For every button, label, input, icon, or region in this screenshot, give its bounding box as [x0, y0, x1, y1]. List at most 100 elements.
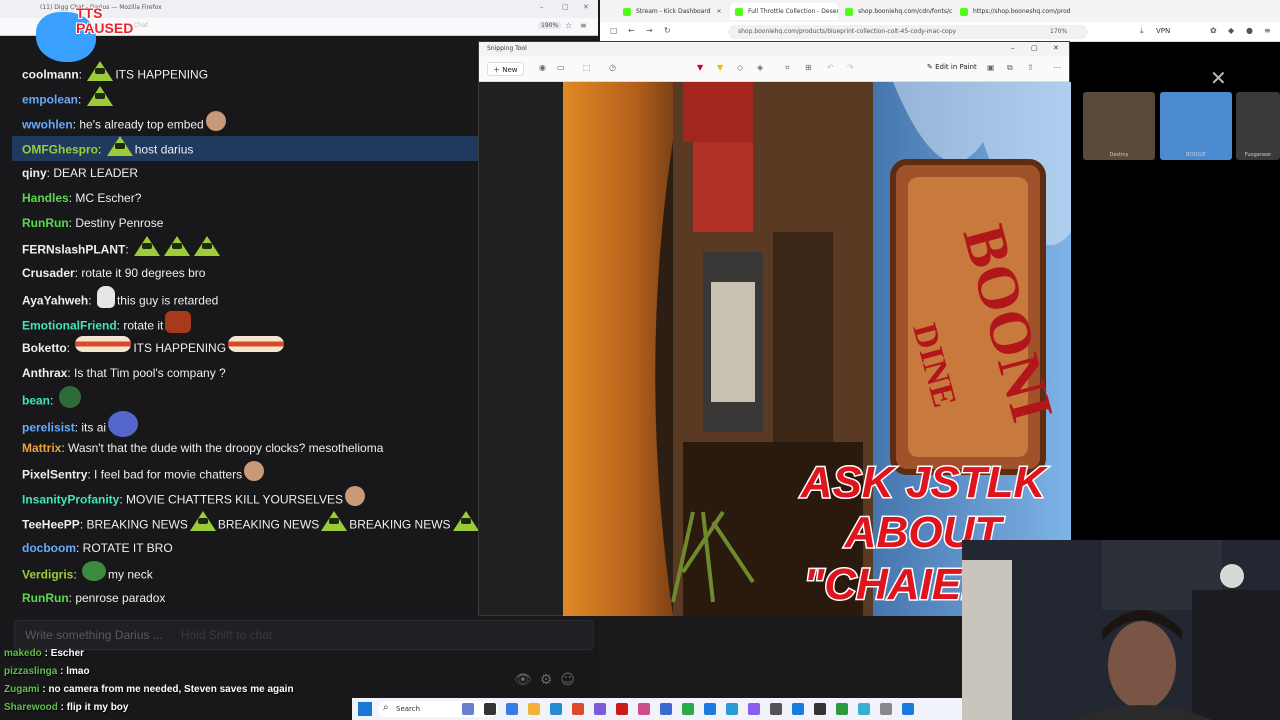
chat-username[interactable]: empolean — [22, 93, 78, 107]
taskbar-app-icon[interactable] — [792, 703, 804, 715]
taskbar-app-icon[interactable] — [726, 703, 738, 715]
browser-tab[interactable]: https://shop.booneshq.com/produ✕ — [955, 3, 1070, 20]
maximize-icon[interactable]: ▢ — [1031, 44, 1038, 52]
undo-icon[interactable]: ↶ — [827, 63, 834, 72]
taskbar-app-icon[interactable] — [770, 703, 782, 715]
chat-username[interactable]: wwohlen — [22, 118, 73, 132]
extension-icon[interactable]: ● — [1246, 26, 1253, 35]
browser-tab[interactable]: Stream - Kick Dashboard ✕ — [618, 3, 728, 20]
taskbar-app-icon[interactable] — [660, 703, 672, 715]
reload-icon[interactable]: ↻ — [664, 26, 671, 35]
chat-username[interactable]: InsanityProfanity — [22, 493, 119, 507]
maximize-icon[interactable]: ▢ — [562, 3, 569, 11]
chat-username[interactable]: Anthrax — [22, 366, 67, 380]
chat-username[interactable]: qiny — [22, 166, 47, 180]
crop-icon[interactable]: ⌗ — [785, 63, 790, 73]
windows-start-icon[interactable] — [358, 702, 372, 716]
chat-username[interactable]: PixelSentry — [22, 468, 87, 482]
chat-username[interactable]: TeeHeePP — [22, 518, 80, 532]
users-icon[interactable]: ☺ — [560, 672, 575, 688]
new-snip-button[interactable]: ＋ New — [487, 62, 524, 76]
edit-in-paint-button[interactable]: ✎ Edit in Paint — [927, 63, 977, 71]
settings-gear-icon[interactable]: ⚙ — [540, 672, 553, 688]
eraser-icon[interactable]: ◇ — [737, 63, 743, 72]
eye-icon[interactable]: 👁 — [514, 672, 532, 688]
taskbar-app-icon[interactable] — [902, 703, 914, 715]
menu-icon[interactable]: ≡ — [580, 21, 587, 30]
save-icon[interactable]: ▣ — [987, 63, 995, 72]
zoom-level[interactable]: 190% — [538, 22, 562, 29]
zoom-level[interactable]: 170% — [1050, 28, 1067, 35]
stream-thumbnail[interactable]: Destiny — [1083, 92, 1155, 160]
chat-username[interactable]: Mattrix — [22, 441, 61, 455]
taskbar-app-icon[interactable] — [462, 703, 474, 715]
chat-username[interactable]: perelisist — [22, 421, 75, 435]
video-icon[interactable]: ▭ — [557, 63, 565, 72]
taskbar-app-icon[interactable] — [748, 703, 760, 715]
bookmark-star-icon[interactable]: ☆ — [565, 21, 572, 30]
browser-tab[interactable]: Full Throttle Collection - Desert Rus✕ — [730, 3, 838, 20]
crop-shape-icon[interactable]: ◈ — [757, 63, 763, 72]
extension-icon[interactable]: ✿ — [1210, 26, 1217, 35]
address-bar[interactable]: shop.booniehq.com/products/blueprint-col… — [728, 25, 1088, 39]
more-options-icon[interactable]: ⋯ — [1053, 63, 1061, 72]
share-icon[interactable]: ⇪ — [1027, 63, 1034, 72]
minimize-icon[interactable]: – — [1011, 44, 1015, 52]
taskbar-search[interactable]: Search — [378, 701, 498, 717]
chat-username[interactable]: AyaYahweh — [22, 294, 88, 308]
chat-text: penrose paradox — [75, 591, 166, 605]
close-overlay-icon[interactable]: ✕ — [1210, 66, 1227, 90]
chat-username[interactable]: RunRun — [22, 591, 69, 605]
taskbar-app-icon[interactable] — [594, 703, 606, 715]
stream-thumbnail[interactable]: BOOGIE — [1160, 92, 1232, 160]
taskbar-app-icon[interactable] — [858, 703, 870, 715]
download-icon[interactable]: ⤓ — [1140, 26, 1144, 36]
snip-mode-icon[interactable]: ⬚ — [583, 63, 591, 72]
tts-paused-overlay: TTS PAUSED — [18, 2, 133, 62]
tab-list-icon[interactable]: ▢ — [610, 26, 618, 35]
copy-icon[interactable]: ⧉ — [1007, 63, 1013, 73]
chat-username[interactable]: OMFGhespro — [22, 143, 98, 157]
taskbar-app-icon[interactable] — [814, 703, 826, 715]
text-icon[interactable]: ⊞ — [805, 63, 812, 72]
redo-icon[interactable]: ↷ — [847, 63, 854, 72]
forward-icon[interactable]: → — [646, 26, 653, 35]
pen-icon[interactable]: ▼ — [697, 63, 703, 72]
taskbar-app-icon[interactable] — [682, 703, 694, 715]
taskbar-app-icon[interactable] — [836, 703, 848, 715]
timer-icon[interactable]: ◷ — [609, 63, 616, 72]
taskbar-app-icon[interactable] — [572, 703, 584, 715]
back-icon[interactable]: ← — [628, 26, 635, 35]
stream-thumbnail[interactable]: Fuoganeer — [1236, 92, 1280, 160]
chat-input[interactable]: Write something Darius ... Hold Shift to … — [14, 620, 594, 650]
chat-username[interactable]: bean — [22, 394, 50, 408]
chat-username[interactable]: Verdigris — [22, 568, 73, 582]
taskbar-app-icon[interactable] — [484, 703, 496, 715]
minimize-icon[interactable]: – — [540, 3, 544, 11]
taskbar-app-icon[interactable] — [638, 703, 650, 715]
chat-username[interactable]: Crusader — [22, 266, 75, 280]
chat-username[interactable]: FERNslashPLANT — [22, 243, 125, 257]
extension-icon[interactable]: ◆ — [1228, 26, 1234, 35]
chat-username[interactable]: docboom — [22, 541, 76, 555]
chat-username[interactable]: Boketto — [22, 341, 67, 355]
tab-close-icon[interactable]: ✕ — [717, 8, 722, 15]
highlighter-icon[interactable]: ▼ — [717, 63, 723, 72]
address-url: shop.booniehq.com/products/blueprint-col… — [738, 28, 957, 35]
close-icon[interactable]: ✕ — [583, 3, 589, 11]
close-icon[interactable]: ✕ — [1053, 44, 1059, 52]
taskbar-app-icon[interactable] — [550, 703, 562, 715]
camera-icon[interactable]: ◉ — [539, 63, 546, 72]
chat-username[interactable]: Handles — [22, 191, 69, 205]
chat-username[interactable]: EmotionalFriend — [22, 319, 117, 333]
chat-username[interactable]: coolmann — [22, 68, 79, 82]
vpn-indicator[interactable]: VPN — [1156, 27, 1170, 35]
taskbar-app-icon[interactable] — [506, 703, 518, 715]
taskbar-app-icon[interactable] — [704, 703, 716, 715]
menu-icon[interactable]: ≡ — [1264, 26, 1271, 35]
taskbar-app-icon[interactable] — [880, 703, 892, 715]
chat-username[interactable]: RunRun — [22, 216, 69, 230]
browser-tab[interactable]: shop.booniehq.com/cdn/fonts/coo✕ — [840, 3, 952, 20]
taskbar-app-icon[interactable] — [528, 703, 540, 715]
taskbar-app-icon[interactable] — [616, 703, 628, 715]
